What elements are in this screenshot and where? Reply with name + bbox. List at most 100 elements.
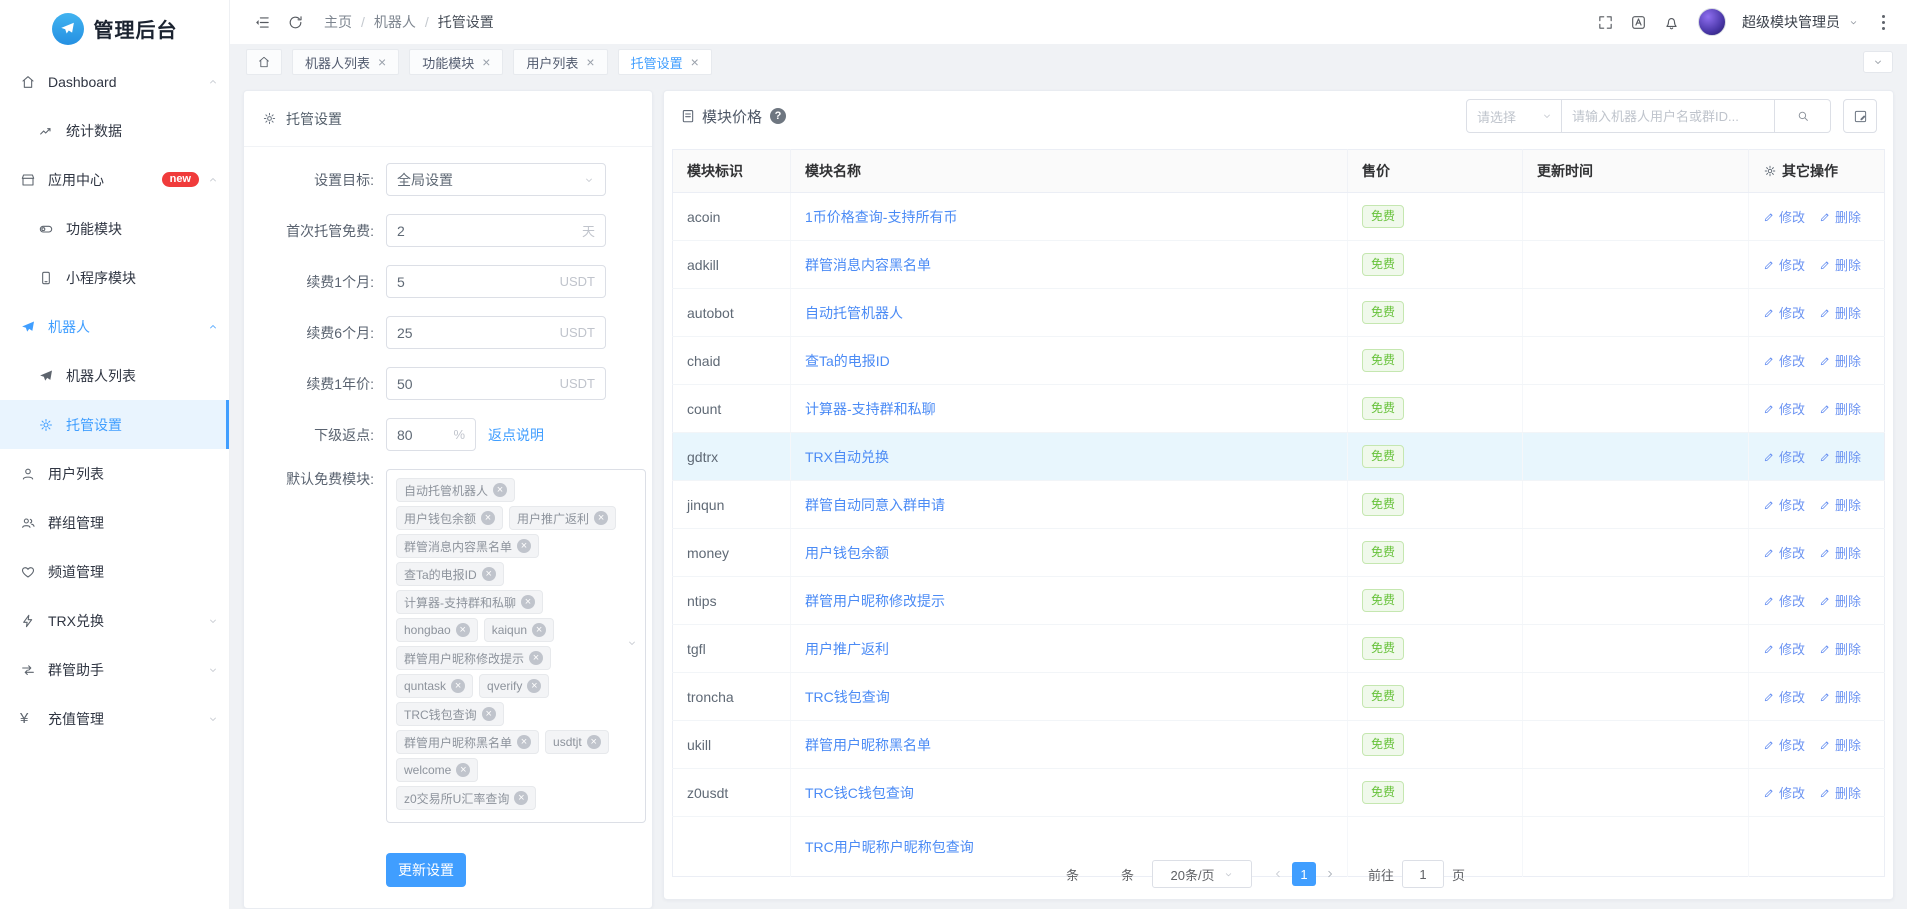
delete-link[interactable]: 删除 — [1819, 591, 1861, 610]
user-menu-chevron-down-icon[interactable] — [1848, 17, 1859, 28]
delete-link[interactable]: 删除 — [1819, 639, 1861, 658]
module-name-link[interactable]: 查Ta的电报ID — [805, 353, 890, 369]
sidebar-item-Dashboard[interactable]: Dashboard — [0, 57, 229, 106]
module-name-link[interactable]: 计算器-支持群和私聊 — [805, 401, 936, 417]
sidebar-item-TRX兑换[interactable]: TRX兑换 — [0, 596, 229, 645]
module-name-link[interactable]: 群管消息内容黑名单 — [805, 257, 931, 273]
close-icon[interactable]: × — [691, 55, 699, 69]
page-size-select[interactable]: 20条/页 — [1152, 860, 1253, 888]
goto-page-input[interactable] — [1402, 860, 1445, 888]
fullscreen-icon[interactable] — [1593, 10, 1618, 35]
search-input[interactable] — [1562, 99, 1775, 133]
delete-link[interactable]: 删除 — [1819, 303, 1861, 322]
current-page-button[interactable]: 1 — [1292, 862, 1317, 886]
tag-remove-icon[interactable]: × — [527, 679, 542, 693]
tag-remove-icon[interactable]: × — [481, 567, 496, 581]
delete-link[interactable]: 删除 — [1819, 495, 1861, 514]
edit-link[interactable]: 修改 — [1763, 207, 1805, 226]
sidebar-item-机器人列表[interactable]: 机器人列表 — [0, 351, 229, 400]
module-name-link[interactable]: 群管自动同意入群申请 — [805, 497, 945, 513]
panel-edit-button[interactable] — [1843, 99, 1877, 133]
tag-remove-icon[interactable]: × — [586, 735, 601, 749]
edit-link[interactable]: 修改 — [1763, 687, 1805, 706]
breadcrumb-robot[interactable]: 机器人 — [374, 12, 416, 32]
translate-icon[interactable] — [1626, 10, 1651, 35]
tag-remove-icon[interactable]: × — [529, 651, 544, 665]
tag-remove-icon[interactable]: × — [451, 679, 466, 693]
sidebar-fold-icon[interactable] — [250, 10, 275, 35]
sidebar-item-群管助手[interactable]: 群管助手 — [0, 645, 229, 694]
tab-托管设置[interactable]: 托管设置 × — [617, 49, 712, 75]
tag-remove-icon[interactable]: × — [456, 763, 471, 777]
edit-link[interactable]: 修改 — [1763, 735, 1805, 754]
search-button[interactable] — [1775, 99, 1831, 133]
month6-price-input[interactable] — [397, 324, 560, 341]
edit-link[interactable]: 修改 — [1763, 495, 1805, 514]
sidebar-item-应用中心[interactable]: 应用中心 new — [0, 155, 229, 204]
tag-remove-icon[interactable]: × — [517, 539, 532, 553]
tab-用户列表[interactable]: 用户列表 × — [513, 49, 608, 75]
question-icon[interactable]: ? — [770, 108, 787, 124]
tag-remove-icon[interactable]: × — [481, 707, 496, 721]
tabs-dropdown-chevron-icon[interactable] — [1863, 51, 1893, 73]
edit-link[interactable]: 修改 — [1763, 783, 1805, 802]
delete-link[interactable]: 删除 — [1819, 447, 1861, 466]
sidebar-item-统计数据[interactable]: 统计数据 — [0, 106, 229, 155]
year1-price-input[interactable] — [397, 375, 560, 392]
edit-link[interactable]: 修改 — [1763, 543, 1805, 562]
tag-remove-icon[interactable]: × — [517, 735, 532, 749]
delete-link[interactable]: 删除 — [1819, 735, 1861, 754]
user-name[interactable]: 超级模块管理员 — [1742, 12, 1840, 32]
tab-机器人列表[interactable]: 机器人列表 × — [292, 49, 400, 75]
refresh-icon[interactable] — [283, 10, 308, 35]
edit-link[interactable]: 修改 — [1763, 303, 1805, 322]
month1-price-input[interactable] — [397, 273, 560, 290]
sidebar-item-功能模块[interactable]: 功能模块 — [0, 204, 229, 253]
user-avatar[interactable] — [1698, 8, 1726, 36]
delete-link[interactable]: 删除 — [1819, 783, 1861, 802]
delete-link[interactable]: 删除 — [1819, 207, 1861, 226]
kebab-menu-icon[interactable] — [1877, 13, 1889, 32]
delete-link[interactable]: 删除 — [1819, 687, 1861, 706]
module-name-link[interactable]: 自动托管机器人 — [805, 305, 903, 321]
sidebar-item-用户列表[interactable]: 用户列表 — [0, 449, 229, 498]
module-name-link[interactable]: TRC用户昵称户昵称包查询 — [805, 839, 974, 855]
breadcrumb-home[interactable]: 主页 — [324, 12, 352, 32]
sidebar-item-机器人[interactable]: 机器人 — [0, 302, 229, 351]
module-name-link[interactable]: TRC钱C钱包查询 — [805, 785, 914, 801]
target-select[interactable]: 全局设置 — [386, 163, 606, 196]
tag-remove-icon[interactable]: × — [455, 623, 470, 637]
sidebar-item-小程序模块[interactable]: 小程序模块 — [0, 253, 229, 302]
edit-link[interactable]: 修改 — [1763, 255, 1805, 274]
module-name-link[interactable]: 用户钱包余额 — [805, 545, 889, 561]
delete-link[interactable]: 删除 — [1819, 255, 1861, 274]
sidebar-item-群组管理[interactable]: 群组管理 — [0, 498, 229, 547]
tag-remove-icon[interactable]: × — [493, 483, 508, 497]
tag-remove-icon[interactable]: × — [532, 623, 547, 637]
bell-icon[interactable] — [1659, 10, 1684, 35]
delete-link[interactable]: 删除 — [1819, 351, 1861, 370]
module-name-link[interactable]: 用户推广返利 — [805, 641, 889, 657]
sidebar-item-充值管理[interactable]: ¥ 充值管理 — [0, 694, 229, 743]
module-name-link[interactable]: TRX自动兑换 — [805, 449, 889, 465]
sidebar-item-托管设置[interactable]: 托管设置 — [0, 400, 229, 449]
module-name-link[interactable]: 1币价格查询-支持所有币 — [805, 209, 957, 225]
prev-page-chevron-icon[interactable] — [1268, 868, 1288, 880]
update-settings-button[interactable]: 更新设置 — [386, 853, 466, 887]
next-page-chevron-icon[interactable] — [1320, 868, 1340, 880]
delete-link[interactable]: 删除 — [1819, 399, 1861, 418]
close-icon[interactable]: × — [482, 55, 490, 69]
edit-link[interactable]: 修改 — [1763, 351, 1805, 370]
edit-link[interactable]: 修改 — [1763, 591, 1805, 610]
tab-home[interactable] — [246, 49, 282, 75]
module-name-link[interactable]: TRC钱包查询 — [805, 689, 890, 705]
default-modules-multiselect[interactable]: 自动托管机器人 × 用户钱包余额 × 用户推广返利 × 群管消息内容黑名单 × 查Ta的电报ID… — [386, 469, 646, 823]
sidebar-item-频道管理[interactable]: 频道管理 — [0, 547, 229, 596]
free-days-input[interactable] — [397, 222, 582, 239]
tab-功能模块[interactable]: 功能模块 × — [409, 49, 504, 75]
close-icon[interactable]: × — [378, 55, 386, 69]
edit-link[interactable]: 修改 — [1763, 639, 1805, 658]
module-name-link[interactable]: 群管用户昵称黑名单 — [805, 737, 931, 753]
module-name-link[interactable]: 群管用户昵称修改提示 — [805, 593, 945, 609]
rebate-help-link[interactable]: 返点说明 — [488, 425, 544, 445]
